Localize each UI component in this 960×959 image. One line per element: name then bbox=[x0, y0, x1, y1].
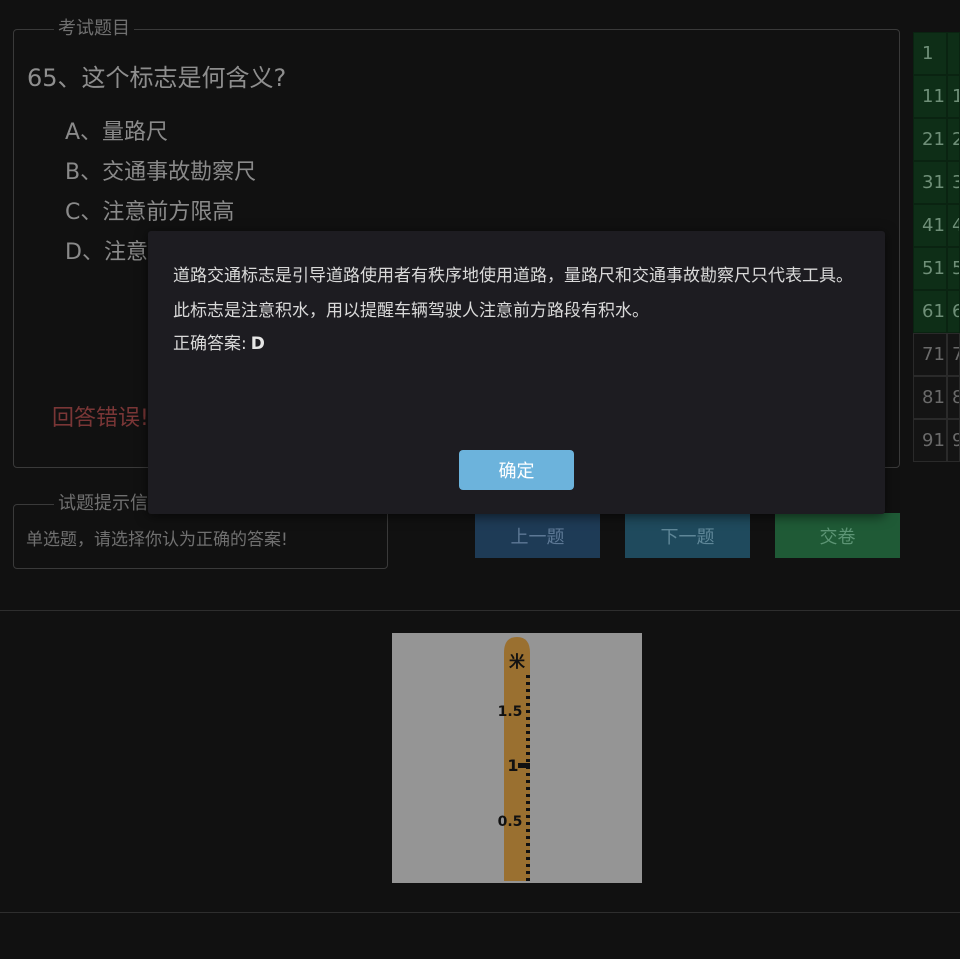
ruler-tick bbox=[526, 745, 530, 748]
question-number-cell[interactable]: 3 bbox=[947, 161, 960, 204]
question-number-cell[interactable]: 1 bbox=[947, 75, 960, 118]
ruler-tick bbox=[526, 843, 530, 846]
sign-tick-label-1-5: 1.5 bbox=[498, 704, 523, 720]
question-number-cell[interactable]: 71 bbox=[913, 333, 947, 376]
sign-image: 米 1.5 1 0.5 bbox=[392, 633, 642, 883]
option-a[interactable]: A、量路尺 bbox=[65, 114, 168, 146]
question-number-cell[interactable]: 91 bbox=[913, 419, 947, 462]
ruler-tick bbox=[526, 864, 530, 867]
explanation-dialog: 道路交通标志是引导道路使用者有秩序地使用道路，量路尺和交通事故勘察尺只代表工具。… bbox=[148, 231, 885, 514]
ruler-tick bbox=[526, 738, 530, 741]
ruler-tick bbox=[526, 815, 530, 818]
ruler-tick bbox=[526, 836, 530, 839]
correct-answer-value: D bbox=[250, 334, 265, 354]
ruler-tick bbox=[526, 822, 530, 825]
question-number-cell[interactable]: 8 bbox=[947, 376, 960, 419]
prev-question-button[interactable]: 上一题 bbox=[475, 513, 600, 558]
ruler-tick bbox=[526, 829, 530, 832]
ruler-tick bbox=[526, 808, 530, 811]
ruler-tick bbox=[526, 752, 530, 755]
question-number-cell[interactable]: 41 bbox=[913, 204, 947, 247]
sign-major-tick bbox=[518, 763, 530, 768]
question-number-cell[interactable]: 5 bbox=[947, 247, 960, 290]
question-number-cell[interactable]: 51 bbox=[913, 247, 947, 290]
question-panel-legend: 考试题目 bbox=[54, 18, 134, 40]
ruler-tick bbox=[526, 773, 530, 776]
correct-answer-label: 正确答案: bbox=[173, 334, 247, 354]
ruler-sign-graphic: 米 1.5 1 0.5 bbox=[498, 637, 530, 881]
correct-answer-line: 正确答案: D bbox=[173, 329, 265, 354]
ruler-tick bbox=[526, 703, 530, 706]
question-number-cell[interactable]: 61 bbox=[913, 290, 947, 333]
option-d[interactable]: D、注意 bbox=[65, 234, 148, 266]
question-number-cell[interactable]: 31 bbox=[913, 161, 947, 204]
question-number-cell[interactable]: 2 bbox=[947, 118, 960, 161]
ruler-tick bbox=[526, 878, 530, 881]
sign-tick-label-1: 1 bbox=[507, 756, 518, 775]
ruler-tick bbox=[526, 850, 530, 853]
ruler-tick bbox=[526, 710, 530, 713]
ruler-tick bbox=[526, 794, 530, 797]
confirm-button[interactable]: 确定 bbox=[459, 450, 574, 490]
question-number-cell[interactable] bbox=[947, 32, 960, 75]
ruler-tick bbox=[526, 759, 530, 762]
next-question-button[interactable]: 下一题 bbox=[625, 513, 750, 558]
ruler-tick bbox=[526, 780, 530, 783]
ruler-tick bbox=[526, 731, 530, 734]
ruler-tick bbox=[526, 675, 530, 678]
ruler-tick bbox=[526, 801, 530, 804]
question-number-cell[interactable]: 6 bbox=[947, 290, 960, 333]
question-number-cell[interactable]: 11 bbox=[913, 75, 947, 118]
divider-top bbox=[0, 610, 960, 611]
question-number-cell[interactable]: 81 bbox=[913, 376, 947, 419]
hint-panel-legend: 试题提示信 bbox=[54, 493, 152, 515]
ruler-tick bbox=[526, 717, 530, 720]
question-title: 65、这个标志是何含义? bbox=[27, 64, 287, 92]
question-number-cell[interactable]: 1 bbox=[913, 32, 947, 75]
hint-text: 单选题，请选择你认为正确的答案! bbox=[26, 530, 288, 550]
question-number-grid: 1111212313414515616717818919 bbox=[913, 32, 960, 462]
ruler-tick bbox=[526, 724, 530, 727]
answer-result: 回答错误! bbox=[52, 406, 149, 431]
divider-bottom bbox=[0, 912, 960, 913]
ruler-tick bbox=[526, 857, 530, 860]
question-number-cell[interactable]: 7 bbox=[947, 333, 960, 376]
option-b[interactable]: B、交通事故勘察尺 bbox=[65, 154, 256, 186]
ruler-tick bbox=[526, 696, 530, 699]
ruler-tick bbox=[526, 682, 530, 685]
sign-unit-label: 米 bbox=[509, 652, 526, 671]
question-number-cell[interactable]: 9 bbox=[947, 419, 960, 462]
ruler-tick bbox=[526, 871, 530, 874]
question-number-cell[interactable]: 21 bbox=[913, 118, 947, 161]
question-number-cell[interactable]: 4 bbox=[947, 204, 960, 247]
option-c[interactable]: C、注意前方限高 bbox=[65, 194, 234, 226]
submit-exam-button[interactable]: 交卷 bbox=[775, 513, 900, 558]
ruler-tick bbox=[526, 787, 530, 790]
explanation-text: 道路交通标志是引导道路使用者有秩序地使用道路，量路尺和交通事故勘察尺只代表工具。… bbox=[173, 266, 853, 321]
ruler-tick bbox=[526, 689, 530, 692]
sign-tick-label-0-5: 0.5 bbox=[498, 814, 523, 830]
